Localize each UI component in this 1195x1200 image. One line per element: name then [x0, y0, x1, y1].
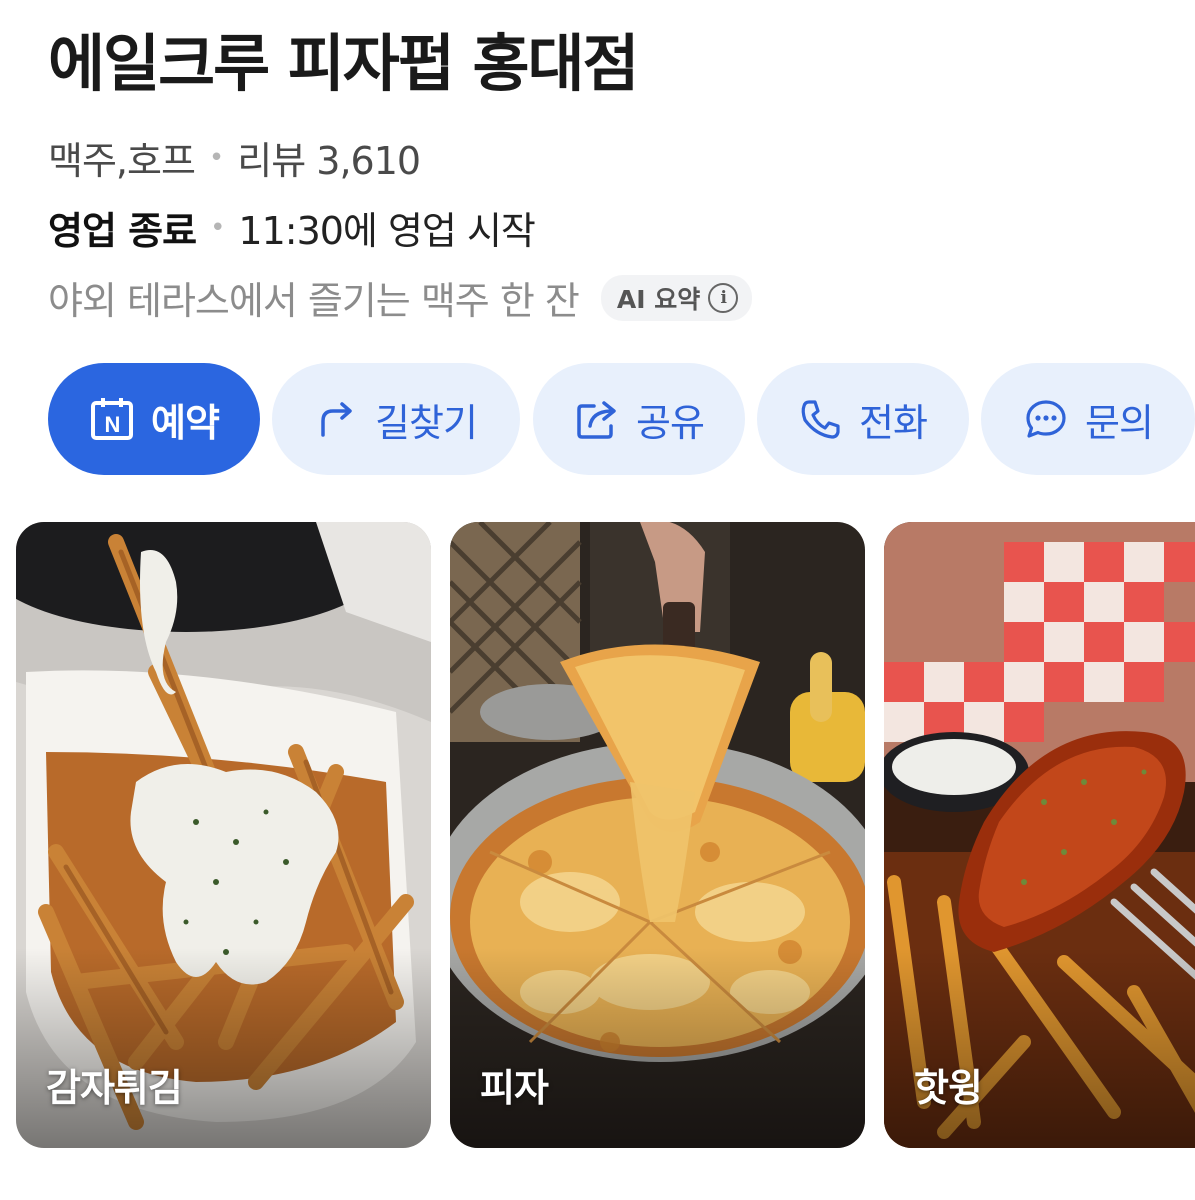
- directions-button[interactable]: 길찾기: [272, 363, 520, 475]
- place-meta: 맥주,호프 • 리뷰 3,610: [48, 130, 421, 185]
- phone-icon: [801, 400, 840, 439]
- chat-bubble-icon: [1026, 400, 1066, 438]
- ai-summary-row: 야외 테라스에서 즐기는 맥주 한 잔 AI 요약 i: [48, 270, 753, 325]
- menu-card-label: 피자: [480, 1066, 549, 1110]
- opening-time: 11:30에 영업 시작: [238, 209, 535, 253]
- inquiry-button[interactable]: 문의: [981, 363, 1195, 475]
- directions-label: 길찾기: [375, 400, 478, 445]
- ai-summary-badge[interactable]: AI 요약 i: [600, 274, 753, 321]
- reserve-label: 예약: [151, 400, 220, 445]
- reserve-button[interactable]: N 예약: [48, 363, 260, 475]
- menu-card-label: 핫윙: [914, 1066, 983, 1110]
- open-status: 영업 종료: [48, 209, 197, 253]
- ai-summary-text: 야외 테라스에서 즐기는 맥주 한 잔: [48, 279, 580, 323]
- ai-badge-label: AI 요약: [616, 284, 701, 314]
- action-buttons: N 예약 길찾기 공유 전화 문의: [48, 363, 1195, 475]
- separator-dot: •: [208, 142, 224, 173]
- directions-arrow-icon: [321, 402, 352, 437]
- call-label: 전화: [859, 400, 928, 445]
- place-title: 에일크루 피자펍 홍대점: [48, 27, 640, 100]
- category-text: 맥주,호프: [48, 139, 196, 183]
- share-button[interactable]: 공유: [533, 363, 745, 475]
- business-hours[interactable]: 영업 종료 • 11:30에 영업 시작: [48, 200, 536, 255]
- reservation-icon-letter: N: [105, 412, 120, 437]
- separator-dot: •: [210, 212, 225, 243]
- share-icon: [577, 401, 616, 439]
- menu-photo-carousel[interactable]: 감자튀김 피자 핫윙: [16, 522, 1195, 1148]
- naver-reservation-icon: N: [91, 398, 134, 440]
- inquiry-label: 문의: [1085, 400, 1154, 445]
- review-count-link[interactable]: 리뷰 3,610: [237, 130, 421, 185]
- menu-card-hot-wings[interactable]: 핫윙: [884, 522, 1195, 1148]
- info-icon[interactable]: i: [708, 282, 739, 313]
- share-label: 공유: [636, 400, 705, 445]
- menu-card-pizza[interactable]: 피자: [450, 522, 865, 1148]
- menu-card-fries[interactable]: 감자튀김: [16, 522, 431, 1148]
- menu-card-label: 감자튀김: [46, 1066, 183, 1110]
- call-button[interactable]: 전화: [757, 363, 969, 475]
